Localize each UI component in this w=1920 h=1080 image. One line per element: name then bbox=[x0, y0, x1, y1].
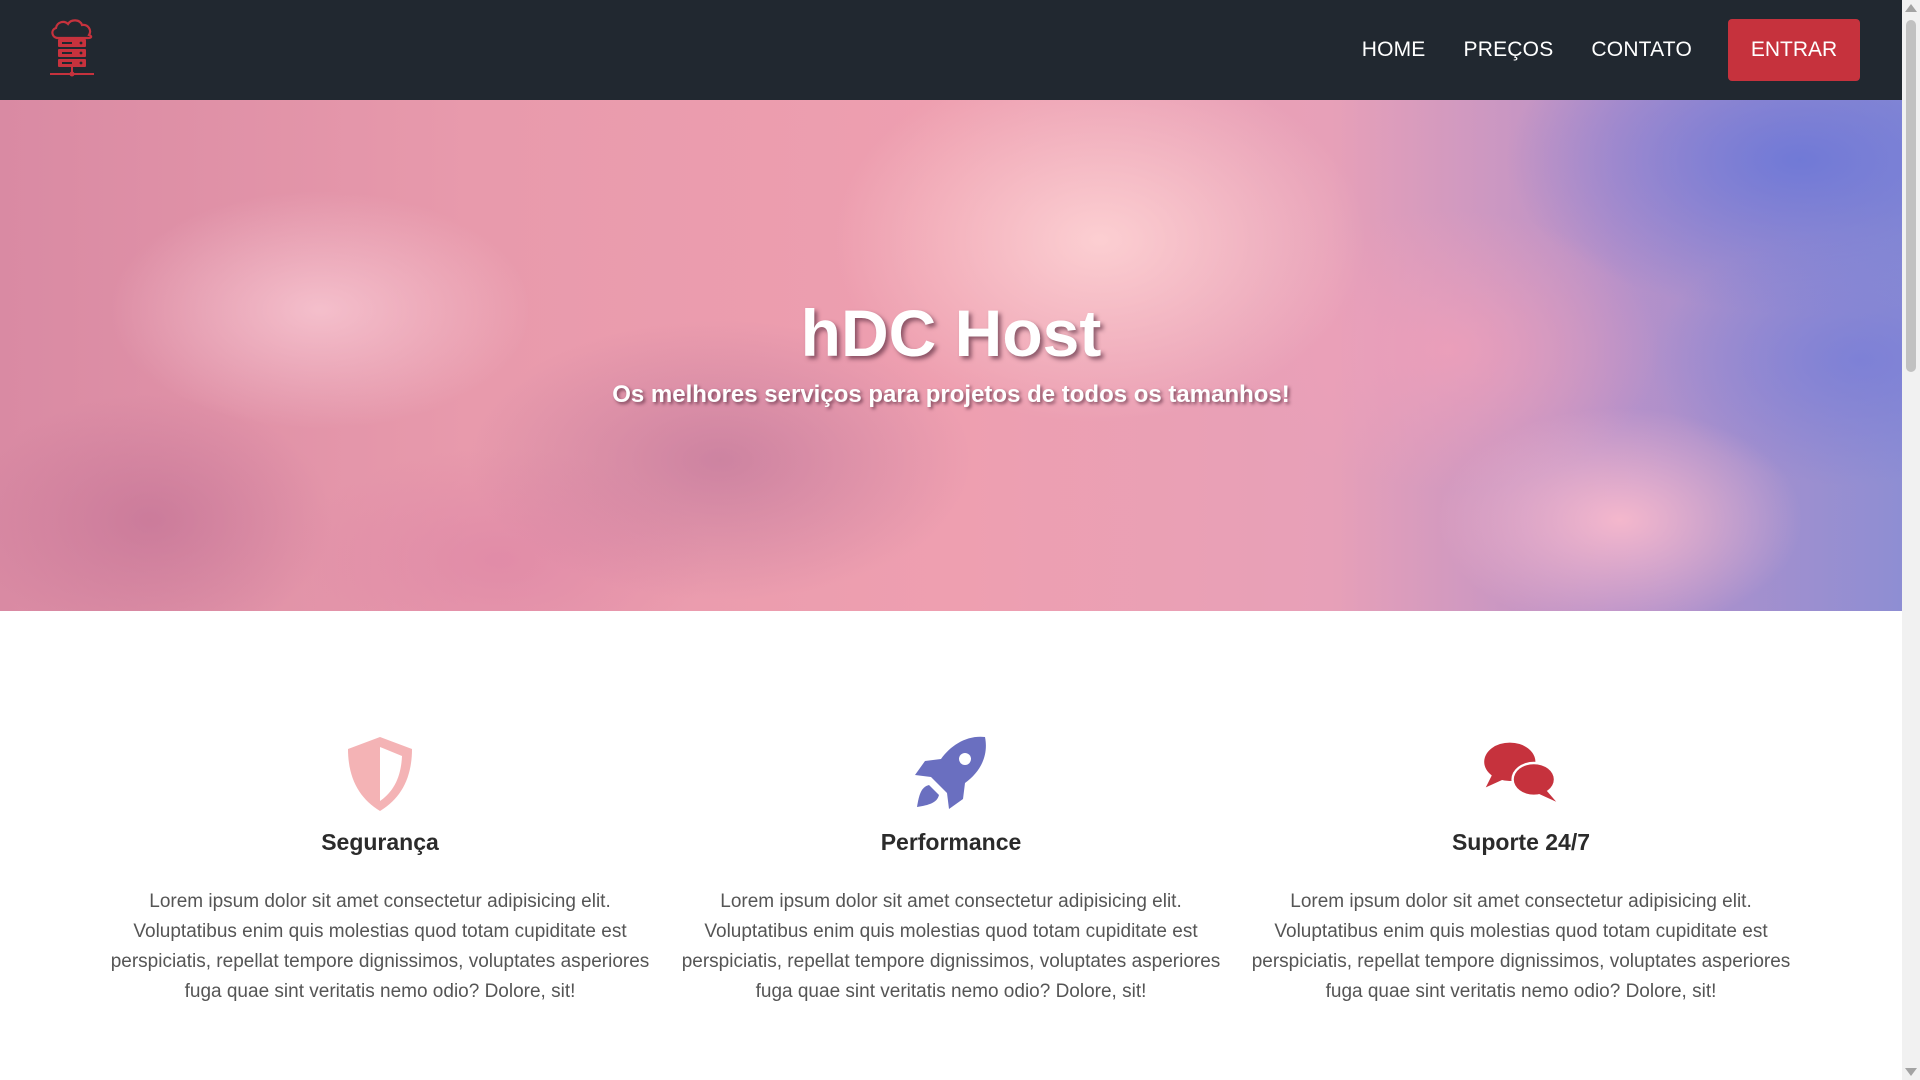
nav-menu: HOME PREÇOS CONTATO ENTRAR bbox=[1362, 0, 1902, 100]
feature-title: Performance bbox=[880, 829, 1022, 855]
hero-subtitle: Os melhores serviços para projetos de to… bbox=[612, 381, 1290, 408]
nav-link-precos[interactable]: PREÇOS bbox=[1464, 38, 1554, 62]
navbar: HOME PREÇOS CONTATO ENTRAR bbox=[0, 0, 1902, 100]
features-section: Segurança Lorem ipsum dolor sit amet con… bbox=[0, 611, 1902, 1080]
feature-support: Suporte 24/7 Lorem ipsum dolor sit amet … bbox=[1241, 733, 1801, 1007]
feature-description: Lorem ipsum dolor sit amet consectetur a… bbox=[110, 890, 650, 1002]
page: HOME PREÇOS CONTATO ENTRAR hDC Host Os m… bbox=[0, 0, 1902, 1080]
login-button[interactable]: ENTRAR bbox=[1728, 19, 1860, 81]
hero-title: hDC Host bbox=[800, 296, 1102, 370]
scroll-thumb[interactable] bbox=[1906, 20, 1916, 372]
feature-title: Segurança bbox=[321, 829, 439, 855]
feature-description: Lorem ipsum dolor sit amet consectetur a… bbox=[1251, 890, 1791, 1002]
hero-banner: hDC Host Os melhores serviços para proje… bbox=[0, 100, 1902, 611]
feature-performance: Performance Lorem ipsum dolor sit amet c… bbox=[671, 733, 1231, 1007]
shield-icon bbox=[348, 737, 412, 811]
scroll-down-arrow-icon[interactable] bbox=[1905, 1068, 1917, 1076]
nav-link-contato[interactable]: CONTATO bbox=[1591, 38, 1692, 62]
nav-link-home[interactable]: HOME bbox=[1362, 38, 1426, 62]
feature-title: Suporte 24/7 bbox=[1451, 829, 1591, 855]
rocket-icon bbox=[915, 736, 986, 809]
feature-description: Lorem ipsum dolor sit amet consectetur a… bbox=[681, 890, 1221, 1002]
vertical-scrollbar[interactable] bbox=[1902, 0, 1920, 1080]
server-cloud-icon[interactable] bbox=[44, 18, 100, 82]
scroll-up-arrow-icon[interactable] bbox=[1905, 4, 1917, 12]
feature-security: Segurança Lorem ipsum dolor sit amet con… bbox=[100, 733, 660, 1007]
chat-bubbles-icon bbox=[1484, 742, 1557, 802]
